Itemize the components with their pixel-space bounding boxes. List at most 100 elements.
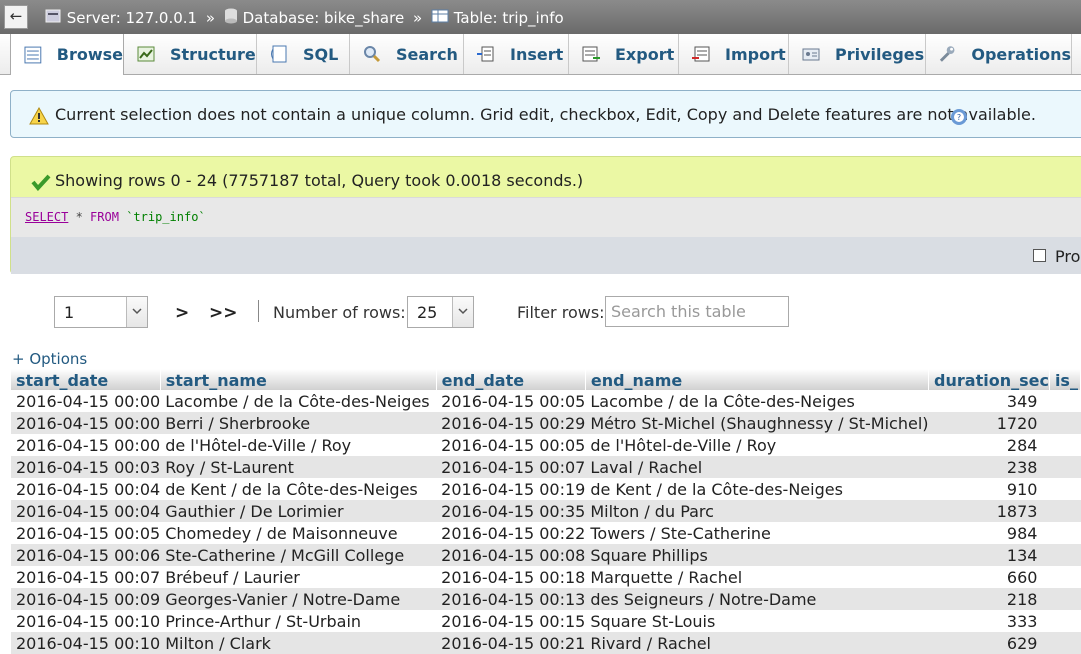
table-cell: 2016-04-15 00:29 <box>436 412 586 434</box>
table-cell: 1873 <box>928 500 1050 522</box>
search-icon <box>364 46 381 63</box>
table-cell: Prince-Arthur / St-Urbain <box>160 610 437 632</box>
table-cell: 2016-04-15 00:05 <box>436 390 586 412</box>
tab-label: Structure <box>170 44 256 64</box>
table-cell: Milton / du Parc <box>585 500 929 522</box>
table-cell: Chomedey / de Maisonneuve <box>160 522 437 544</box>
chevron-down-icon <box>458 308 468 315</box>
sql-wildcard: * <box>68 210 91 224</box>
help-icon[interactable]: ? <box>950 108 968 126</box>
notice-box: Current selection does not contain a uni… <box>10 90 1081 138</box>
table-cell: 2016-04-15 00:00 <box>11 434 161 456</box>
profiling-checkbox[interactable] <box>1033 249 1046 262</box>
table-cell: Roy / St-Laurent <box>160 456 437 478</box>
structure-icon <box>137 46 155 62</box>
success-box: Showing rows 0 - 24 (7757187 total, Quer… <box>10 156 1081 274</box>
next-page-button[interactable]: > <box>175 303 189 323</box>
table-cell <box>1049 588 1081 610</box>
table-cell: 134 <box>928 544 1050 566</box>
sql-query-box: SELECT * FROM `trip_info` <box>11 197 1081 238</box>
breadcrumb-server[interactable]: Server: 127.0.0.1 <box>67 9 197 27</box>
table-cell: 2016-04-15 00:03 <box>11 456 161 478</box>
table-cell: 629 <box>928 632 1050 654</box>
table-cell: 910 <box>928 478 1050 500</box>
table-cell: Towers / Ste-Catherine <box>585 522 929 544</box>
table-cell <box>1049 566 1081 588</box>
column-header[interactable]: duration_sec <box>928 369 1050 390</box>
tab-label: SQL <box>303 44 339 64</box>
profiling-label: Pro <box>1055 247 1081 266</box>
breadcrumb-database[interactable]: Database: bike_share <box>243 9 405 27</box>
table-cell: Brébeuf / Laurier <box>160 566 437 588</box>
column-header[interactable]: end_name <box>585 369 930 390</box>
table-cell: 2016-04-15 00:13 <box>436 588 586 610</box>
column-header[interactable]: start_name <box>160 369 437 390</box>
tab-import[interactable]: Import <box>679 34 789 74</box>
table-cell: Georges-Vanier / Notre-Dame <box>160 588 437 610</box>
table-cell: 333 <box>928 610 1050 632</box>
notice-text: Current selection does not contain a uni… <box>55 105 1036 124</box>
tab-label: Privileges <box>835 44 925 64</box>
sql-table-name: `trip_info` <box>126 210 206 224</box>
last-page-button[interactable]: >> <box>209 303 238 323</box>
table-cell: Square Phillips <box>585 544 929 566</box>
table-cell: 2016-04-15 00:22 <box>436 522 586 544</box>
table-row: 2016-04-15 00:04 Gauthier / De Lorimier 20… <box>11 500 1081 522</box>
table-cell: 2016-04-15 00:08 <box>436 544 586 566</box>
tab-label: Search <box>396 44 458 64</box>
sql-icon <box>271 45 287 63</box>
rows-select-value: 25 <box>417 303 438 322</box>
server-icon <box>44 8 62 28</box>
sql-keyword-from: FROM <box>90 210 119 224</box>
tab-label: Export <box>615 44 675 64</box>
table-cell <box>1049 632 1081 654</box>
table-cell: 2016-04-15 00:18 <box>436 566 586 588</box>
breadcrumb-table[interactable]: Table: trip_info <box>454 9 564 27</box>
table-cell: 238 <box>928 456 1050 478</box>
rows-per-page-select[interactable]: 25 <box>407 296 474 328</box>
table-row: 2016-04-15 00:09 Georges-Vanier / Notre-D… <box>11 588 1081 610</box>
table-cell: 2016-04-15 00:19 <box>436 478 586 500</box>
table-cell: 2016-04-15 00:00 <box>11 390 161 412</box>
tab-browse[interactable]: Browse <box>10 34 124 75</box>
table-cell: Lacombe / de la Côte-des-Neiges <box>160 390 437 412</box>
table-cell: de Kent / de la Côte-des-Neiges <box>585 478 929 500</box>
table-cell: 349 <box>928 390 1050 412</box>
tab-label: Operations <box>971 44 1071 64</box>
tab-label: Import <box>725 44 786 64</box>
page-select[interactable]: 1 <box>54 296 148 328</box>
column-header[interactable]: is_ <box>1049 369 1081 390</box>
back-arrow-button[interactable]: ← <box>4 5 28 29</box>
table-cell: des Seigneurs / Notre-Dame <box>585 588 929 610</box>
table-cell <box>1049 456 1081 478</box>
table-cell <box>1049 390 1081 412</box>
tab-operations[interactable]: Operations <box>926 34 1072 74</box>
table-cell: 2016-04-15 00:09 <box>11 588 161 610</box>
breadcrumb-separator: » <box>412 9 423 27</box>
rows-label: Number of rows: <box>273 303 406 322</box>
tab-search[interactable]: Search <box>350 34 464 74</box>
tab-privileges[interactable]: Privileges <box>789 34 926 74</box>
tab-sql[interactable]: SQL <box>257 34 350 74</box>
sql-keyword-select[interactable]: SELECT <box>25 210 68 224</box>
tab-export[interactable]: Export <box>569 34 679 74</box>
column-header[interactable]: end_date <box>436 369 586 390</box>
results-grid: start_date start_name end_date end_name … <box>11 369 1081 654</box>
success-text: Showing rows 0 - 24 (7757187 total, Quer… <box>55 171 584 190</box>
column-header[interactable]: start_date <box>11 369 161 390</box>
table-row: 2016-04-15 00:03 Roy / St-Laurent 2016-04-… <box>11 456 1081 478</box>
table-cell: Ste-Catherine / McGill College <box>160 544 437 566</box>
wrench-icon <box>939 46 955 62</box>
table-cell: de l'Hôtel-de-Ville / Roy <box>585 434 929 456</box>
import-icon <box>692 46 710 62</box>
checkmark-icon <box>31 174 51 191</box>
table-cell: 2016-04-15 00:06 <box>11 544 161 566</box>
tab-insert[interactable]: Insert <box>464 34 569 74</box>
table-cell: Berri / Sherbrooke <box>160 412 437 434</box>
table-cell: 218 <box>928 588 1050 610</box>
options-link[interactable]: + Options <box>12 350 87 368</box>
table-cell <box>1049 522 1081 544</box>
table-cell: 660 <box>928 566 1050 588</box>
filter-rows-input[interactable] <box>605 296 789 327</box>
tab-structure[interactable]: Structure <box>124 34 257 74</box>
